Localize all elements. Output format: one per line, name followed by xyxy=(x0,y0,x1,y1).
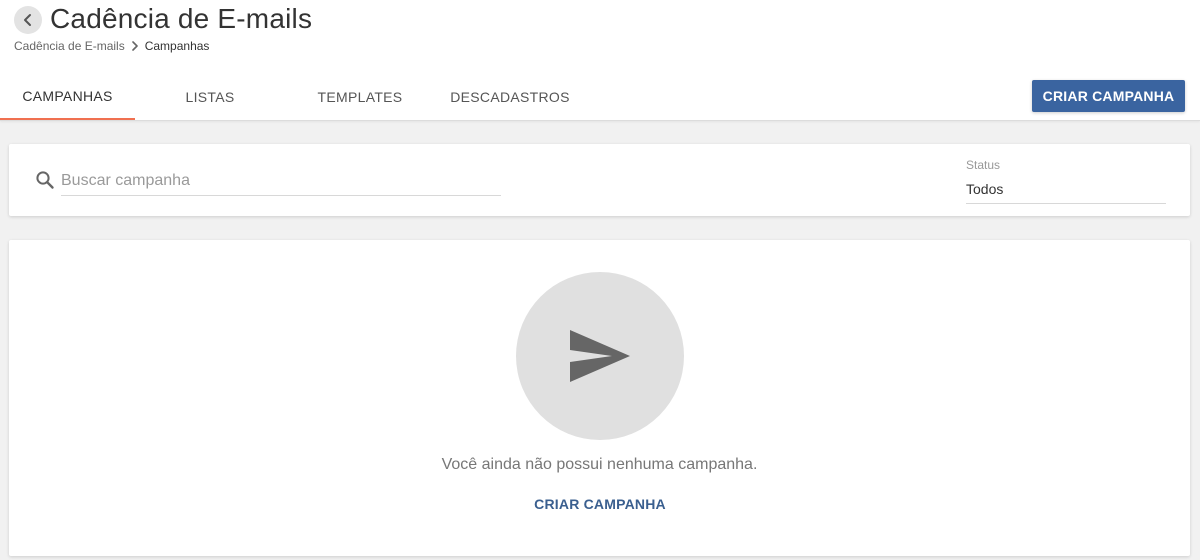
status-select[interactable]: Todos xyxy=(966,178,1166,204)
search-input[interactable] xyxy=(61,166,501,196)
breadcrumb-item-campanhas: Campanhas xyxy=(144,39,210,53)
tab-templates[interactable]: TEMPLATES xyxy=(300,73,420,120)
back-button[interactable] xyxy=(14,6,42,34)
empty-state-illustration xyxy=(516,272,684,440)
tab-campanhas[interactable]: CAMPANHAS xyxy=(0,73,135,120)
page-title: Cadência de E-mails xyxy=(50,3,313,34)
status-label: Status xyxy=(966,158,1001,172)
tab-listas[interactable]: LISTAS xyxy=(150,73,270,120)
empty-state-create-button[interactable]: CRIAR CAMPANHA xyxy=(524,496,676,516)
filter-panel: Status Todos xyxy=(9,144,1190,216)
create-campaign-button[interactable]: CRIAR CAMPANHA xyxy=(1032,80,1185,112)
chevron-left-icon xyxy=(24,14,31,26)
empty-state-message: Você ainda não possui nenhuma campanha. xyxy=(441,456,758,473)
send-icon xyxy=(570,330,630,382)
breadcrumb: Cadência de E-mails Campanhas xyxy=(14,39,209,53)
search-icon xyxy=(36,171,54,189)
tab-descadastros[interactable]: DESCADASTROS xyxy=(440,73,580,120)
empty-state-panel: Você ainda não possui nenhuma campanha. … xyxy=(9,240,1190,556)
chevron-right-icon xyxy=(131,41,138,51)
breadcrumb-item-cadencia[interactable]: Cadência de E-mails xyxy=(14,39,125,53)
app-header: Cadência de E-mails Cadência de E-mails … xyxy=(0,0,1200,121)
